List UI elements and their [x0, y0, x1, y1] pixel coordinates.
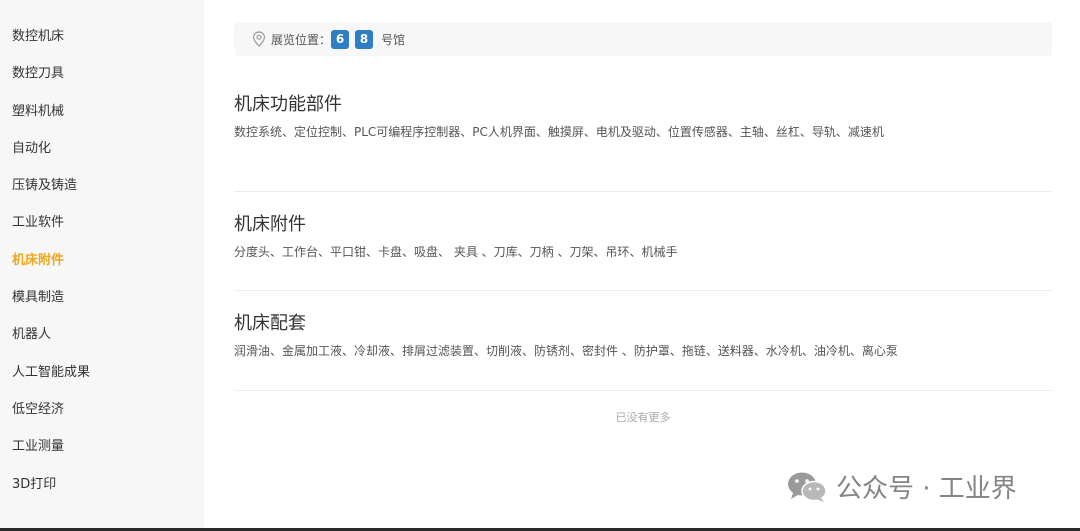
wechat-watermark: 公众号 · 工业界	[786, 468, 1017, 505]
location-label: 展览位置：	[271, 32, 332, 47]
sidebar-item-3d-printing[interactable]: 3D打印	[0, 466, 204, 503]
hall-badge: 6	[331, 29, 350, 49]
hall-suffix: 号馆	[381, 32, 406, 47]
sidebar-item-low-altitude-economy[interactable]: 低空经济	[0, 391, 204, 428]
wechat-icon	[788, 472, 827, 502]
product-section: 机床附件 分度头、工作台、平口钳、卡盘、吸盘、 夹具 、刀库、刀柄 、刀架、吊环…	[234, 192, 1052, 291]
sidebar-item-plastic-machinery[interactable]: 塑料机械	[0, 93, 204, 130]
section-title: 机床功能部件	[234, 94, 342, 115]
product-section: 机床配套 润滑油、金属加工液、冷却液、排屑过滤装置、切削液、防锈剂、密封件 、防…	[234, 291, 1052, 391]
sidebar-item-robot[interactable]: 机器人	[0, 316, 204, 353]
location-pin-icon	[252, 31, 266, 47]
watermark-text: 公众号 · 工业界	[836, 474, 1017, 504]
sidebar-item-cnc-tools[interactable]: 数控刀具	[0, 55, 204, 92]
sidebar-item-cnc-machine[interactable]: 数控机床	[0, 18, 204, 55]
no-more-text: 已没有更多	[615, 410, 671, 424]
section-title: 机床配套	[234, 313, 306, 334]
product-section: 机床功能部件 数控系统、定位控制、PLC可编程序控制器、PC人机界面、触摸屏、电…	[234, 92, 1052, 192]
section-items: 润滑油、金属加工液、冷却液、排屑过滤装置、切削液、防锈剂、密封件 、防护罩、拖链…	[234, 344, 898, 358]
sidebar-item-industrial-measurement[interactable]: 工业测量	[0, 428, 204, 465]
sidebar-item-automation[interactable]: 自动化	[0, 130, 204, 167]
section-items: 分度头、工作台、平口钳、卡盘、吸盘、 夹具 、刀库、刀柄 、刀架、吊环、机械手	[234, 244, 678, 259]
section-items: 数控系统、定位控制、PLC可编程序控制器、PC人机界面、触摸屏、电机及驱动、位置…	[234, 125, 884, 139]
sidebar-item-ai-achievements[interactable]: 人工智能成果	[0, 354, 204, 391]
hall-badge: 8	[355, 29, 374, 49]
main-content: 展览位置： 6 8 号馆 机床功能部件 数控系统、定位控制、PLC可编程序控制器…	[234, 0, 1052, 425]
product-sections: 机床功能部件 数控系统、定位控制、PLC可编程序控制器、PC人机界面、触摸屏、电…	[234, 92, 1052, 391]
sidebar-item-machine-accessories[interactable]: 机床附件	[0, 242, 204, 279]
category-sidebar: 数控机床 数控刀具 塑料机械 自动化 压铸及铸造 工业软件 机床附件 模具制造 …	[0, 0, 204, 531]
section-title: 机床附件	[234, 213, 306, 235]
sidebar-item-die-casting[interactable]: 压铸及铸造	[0, 167, 204, 204]
sidebar-item-mold-making[interactable]: 模具制造	[0, 279, 204, 316]
sidebar-item-industrial-software[interactable]: 工业软件	[0, 204, 204, 241]
exhibition-location-bar: 展览位置： 6 8 号馆	[234, 22, 1052, 56]
